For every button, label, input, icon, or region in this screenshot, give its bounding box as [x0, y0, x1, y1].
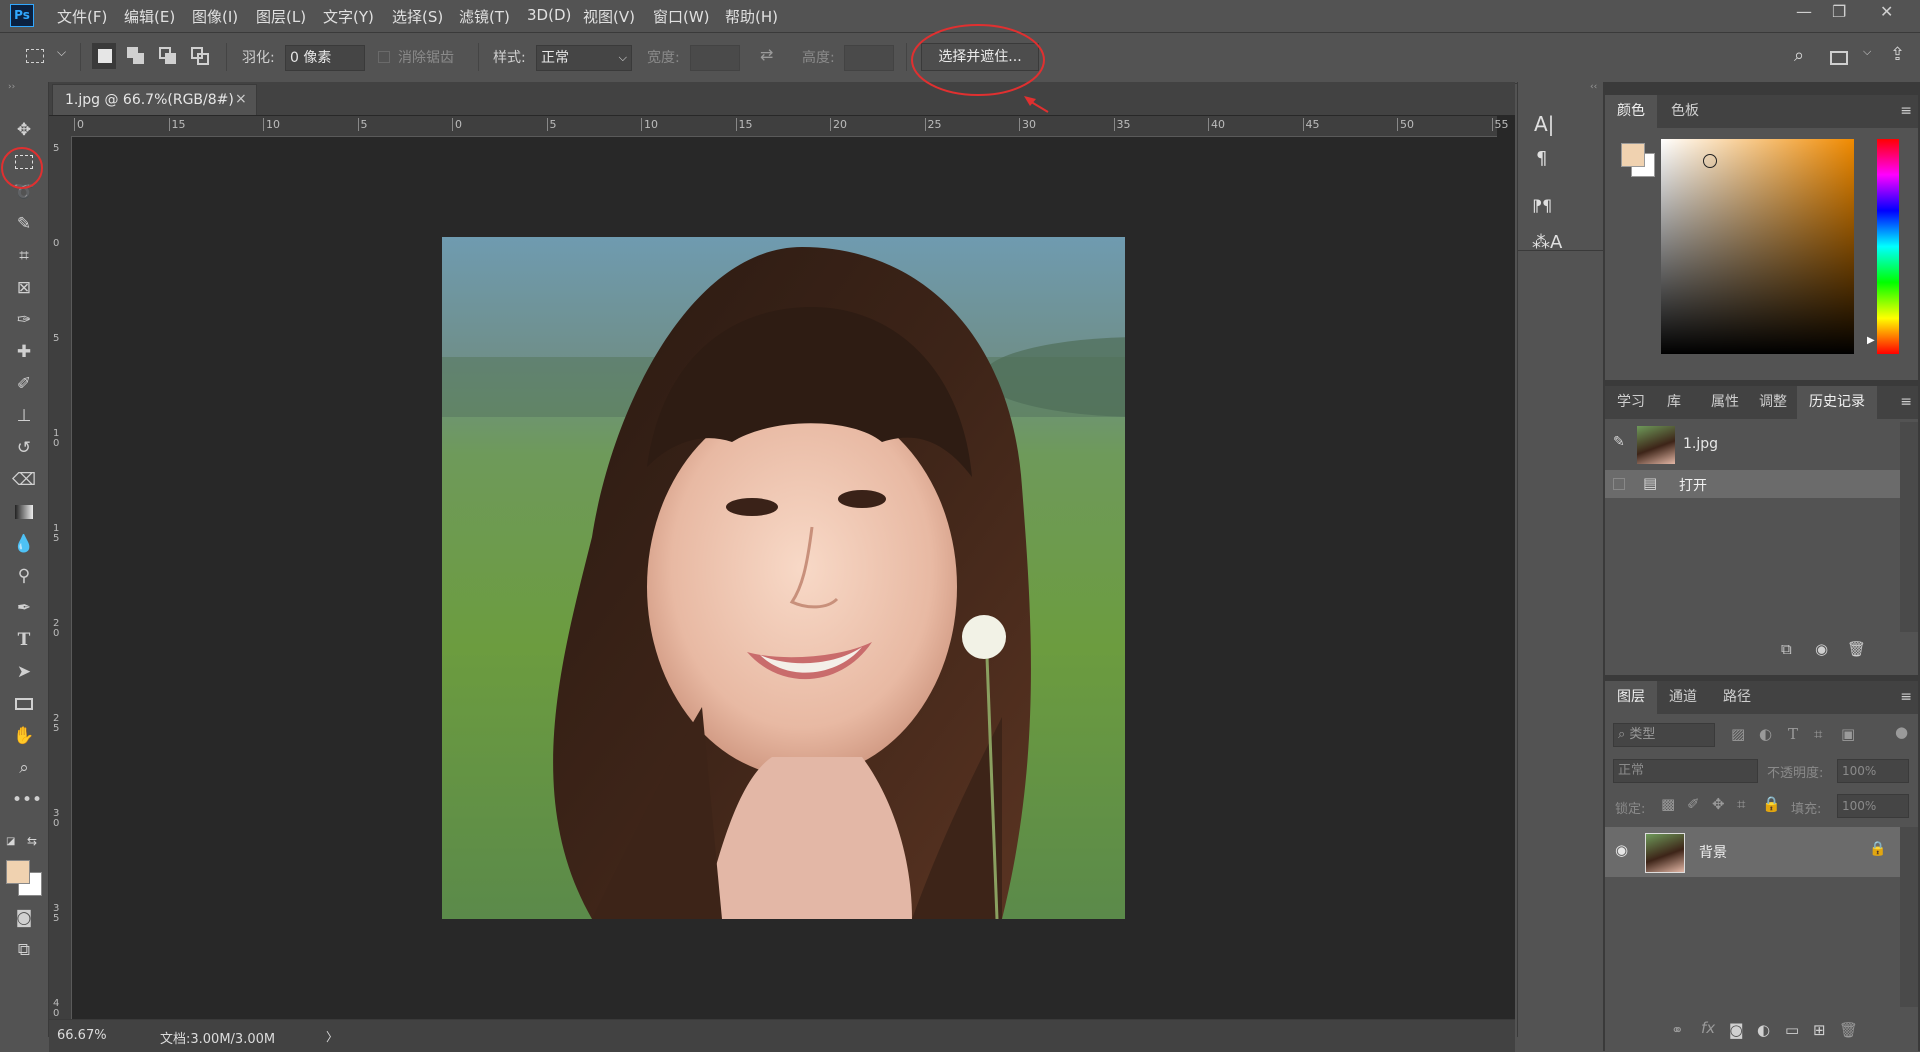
marquee-tool-highlight-circle: [1, 147, 43, 189]
annotation-overlay: [1, 24, 1049, 189]
select-mask-highlight-circle: [911, 24, 1045, 96]
